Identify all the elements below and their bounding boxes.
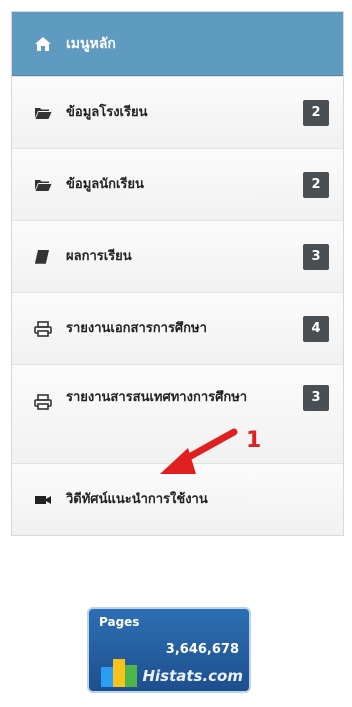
video-camera-icon bbox=[34, 492, 52, 508]
counter-count: 3,646,678 bbox=[165, 642, 239, 657]
menu-item-grades[interactable]: ผลการเรียน 3 bbox=[12, 220, 343, 292]
menu-item-education-info-report[interactable]: รายงานสารสนเทศทางการศึกษา 3 bbox=[12, 364, 343, 463]
count-badge: 4 bbox=[303, 315, 329, 342]
menu-item-label: รายงานสารสนเทศทางการศึกษา bbox=[66, 390, 248, 405]
book-icon bbox=[34, 249, 52, 265]
menu-item-school-info[interactable]: ข้อมูลโรงเรียน 2 bbox=[12, 76, 343, 148]
home-icon bbox=[34, 36, 52, 52]
printer-icon bbox=[34, 390, 52, 410]
menu-item-education-docs-report[interactable]: รายงานเอกสารการศึกษา 4 bbox=[12, 292, 343, 364]
counter-label: Pages bbox=[99, 615, 140, 629]
menu-item-label: รายงานเอกสารการศึกษา bbox=[66, 320, 207, 336]
histats-counter-badge[interactable]: Pages 3,646,678 Histats.com bbox=[87, 607, 251, 693]
menu-item-tutorial-video[interactable]: วิดีทัศน์แนะนำการใช้งาน bbox=[12, 463, 343, 535]
main-menu: เมนูหลัก ข้อมูลโรงเรียน 2 ข้อมูลนักเรียน… bbox=[11, 11, 344, 536]
counter-brand: Histats.com bbox=[142, 667, 243, 685]
count-badge: 3 bbox=[303, 385, 329, 411]
count-badge: 2 bbox=[303, 171, 329, 198]
menu-item-label: ผลการเรียน bbox=[66, 248, 132, 264]
printer-icon bbox=[34, 320, 52, 337]
count-badge: 2 bbox=[303, 99, 329, 126]
count-badge: 3 bbox=[303, 243, 329, 270]
menu-item-student-info[interactable]: ข้อมูลนักเรียน 2 bbox=[12, 148, 343, 220]
menu-item-label-wrap: รายงานสารสนเทศทางการศึกษา bbox=[34, 381, 295, 415]
folder-open-icon bbox=[34, 105, 52, 121]
menu-header[interactable]: เมนูหลัก bbox=[12, 12, 343, 76]
menu-item-label: ข้อมูลโรงเรียน bbox=[66, 104, 148, 120]
folder-open-icon bbox=[34, 177, 52, 193]
menu-header-label: เมนูหลัก bbox=[66, 35, 116, 52]
menu-item-label: วิดีทัศน์แนะนำการใช้งาน bbox=[66, 491, 208, 507]
menu-item-label: ข้อมูลนักเรียน bbox=[66, 176, 144, 192]
